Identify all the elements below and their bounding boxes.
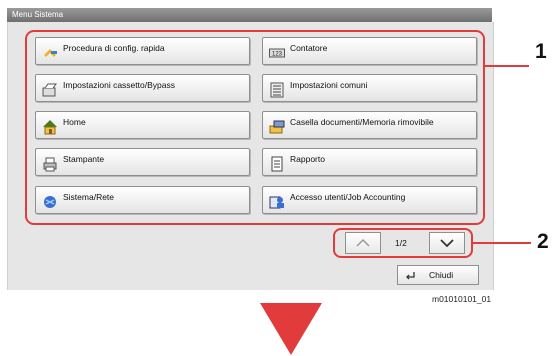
close-button-label: Chiudi	[429, 270, 454, 280]
return-icon	[404, 270, 416, 282]
menu-button-label: Contatore	[290, 43, 328, 53]
printer-icon	[42, 156, 58, 172]
menu-button-label: Rapporto	[290, 154, 325, 164]
menu-button-printer[interactable]: Stampante	[35, 148, 250, 176]
svg-text:123: 123	[272, 52, 283, 58]
close-button[interactable]: Chiudi	[397, 265, 479, 285]
callout-number-2: 2	[537, 230, 549, 253]
system-network-icon	[42, 194, 58, 208]
callout-line-1	[485, 65, 529, 67]
cassette-icon	[42, 82, 58, 97]
home-icon	[42, 119, 58, 135]
page-up-button[interactable]	[345, 232, 381, 254]
window-title: Menu Sistema	[7, 8, 492, 22]
menu-button-label: Impostazioni comuni	[290, 80, 368, 90]
down-arrow-icon	[260, 303, 322, 355]
chevron-up-icon	[356, 238, 370, 247]
menu-button-label: Stampante	[63, 154, 105, 164]
callout-number-1: 1	[535, 40, 547, 63]
menu-button-system-network[interactable]: Sistema/Rete	[35, 186, 250, 214]
chevron-down-icon	[440, 239, 454, 248]
menu-button-common-settings[interactable]: Impostazioni comuni	[262, 74, 477, 102]
page-down-button[interactable]	[429, 232, 465, 254]
callout-line-2	[473, 242, 531, 244]
menu-button-label: Impostazioni cassetto/Bypass	[63, 80, 175, 90]
page-indicator: 1/2	[395, 238, 407, 248]
menu-button-counter[interactable]: 123 Contatore	[262, 37, 477, 65]
menu-button-cassette-bypass[interactable]: Impostazioni cassetto/Bypass	[35, 74, 250, 102]
menu-button-home[interactable]: Home	[35, 111, 250, 139]
figure-code: m01010101_01	[432, 294, 492, 304]
menu-button-user-login[interactable]: Accesso utenti/Job Accounting	[262, 186, 477, 214]
menu-button-label: Accesso utenti/Job Accounting	[290, 192, 406, 202]
document-box-icon	[269, 119, 285, 134]
report-icon	[269, 156, 285, 172]
menu-button-quick-setup[interactable]: Procedura di config. rapida	[35, 37, 250, 65]
counter-icon: 123	[269, 45, 285, 59]
common-settings-icon	[269, 82, 285, 98]
user-login-icon	[269, 194, 285, 209]
menu-button-label: Home	[63, 117, 86, 127]
menu-button-label: Casella documenti/Memoria rimovibile	[290, 117, 434, 127]
quick-setup-icon	[42, 45, 58, 59]
menu-button-document-box[interactable]: Casella documenti/Memoria rimovibile	[262, 111, 477, 139]
menu-button-report[interactable]: Rapporto	[262, 148, 477, 176]
menu-button-label: Procedura di config. rapida	[63, 43, 165, 53]
menu-button-label: Sistema/Rete	[63, 192, 115, 202]
